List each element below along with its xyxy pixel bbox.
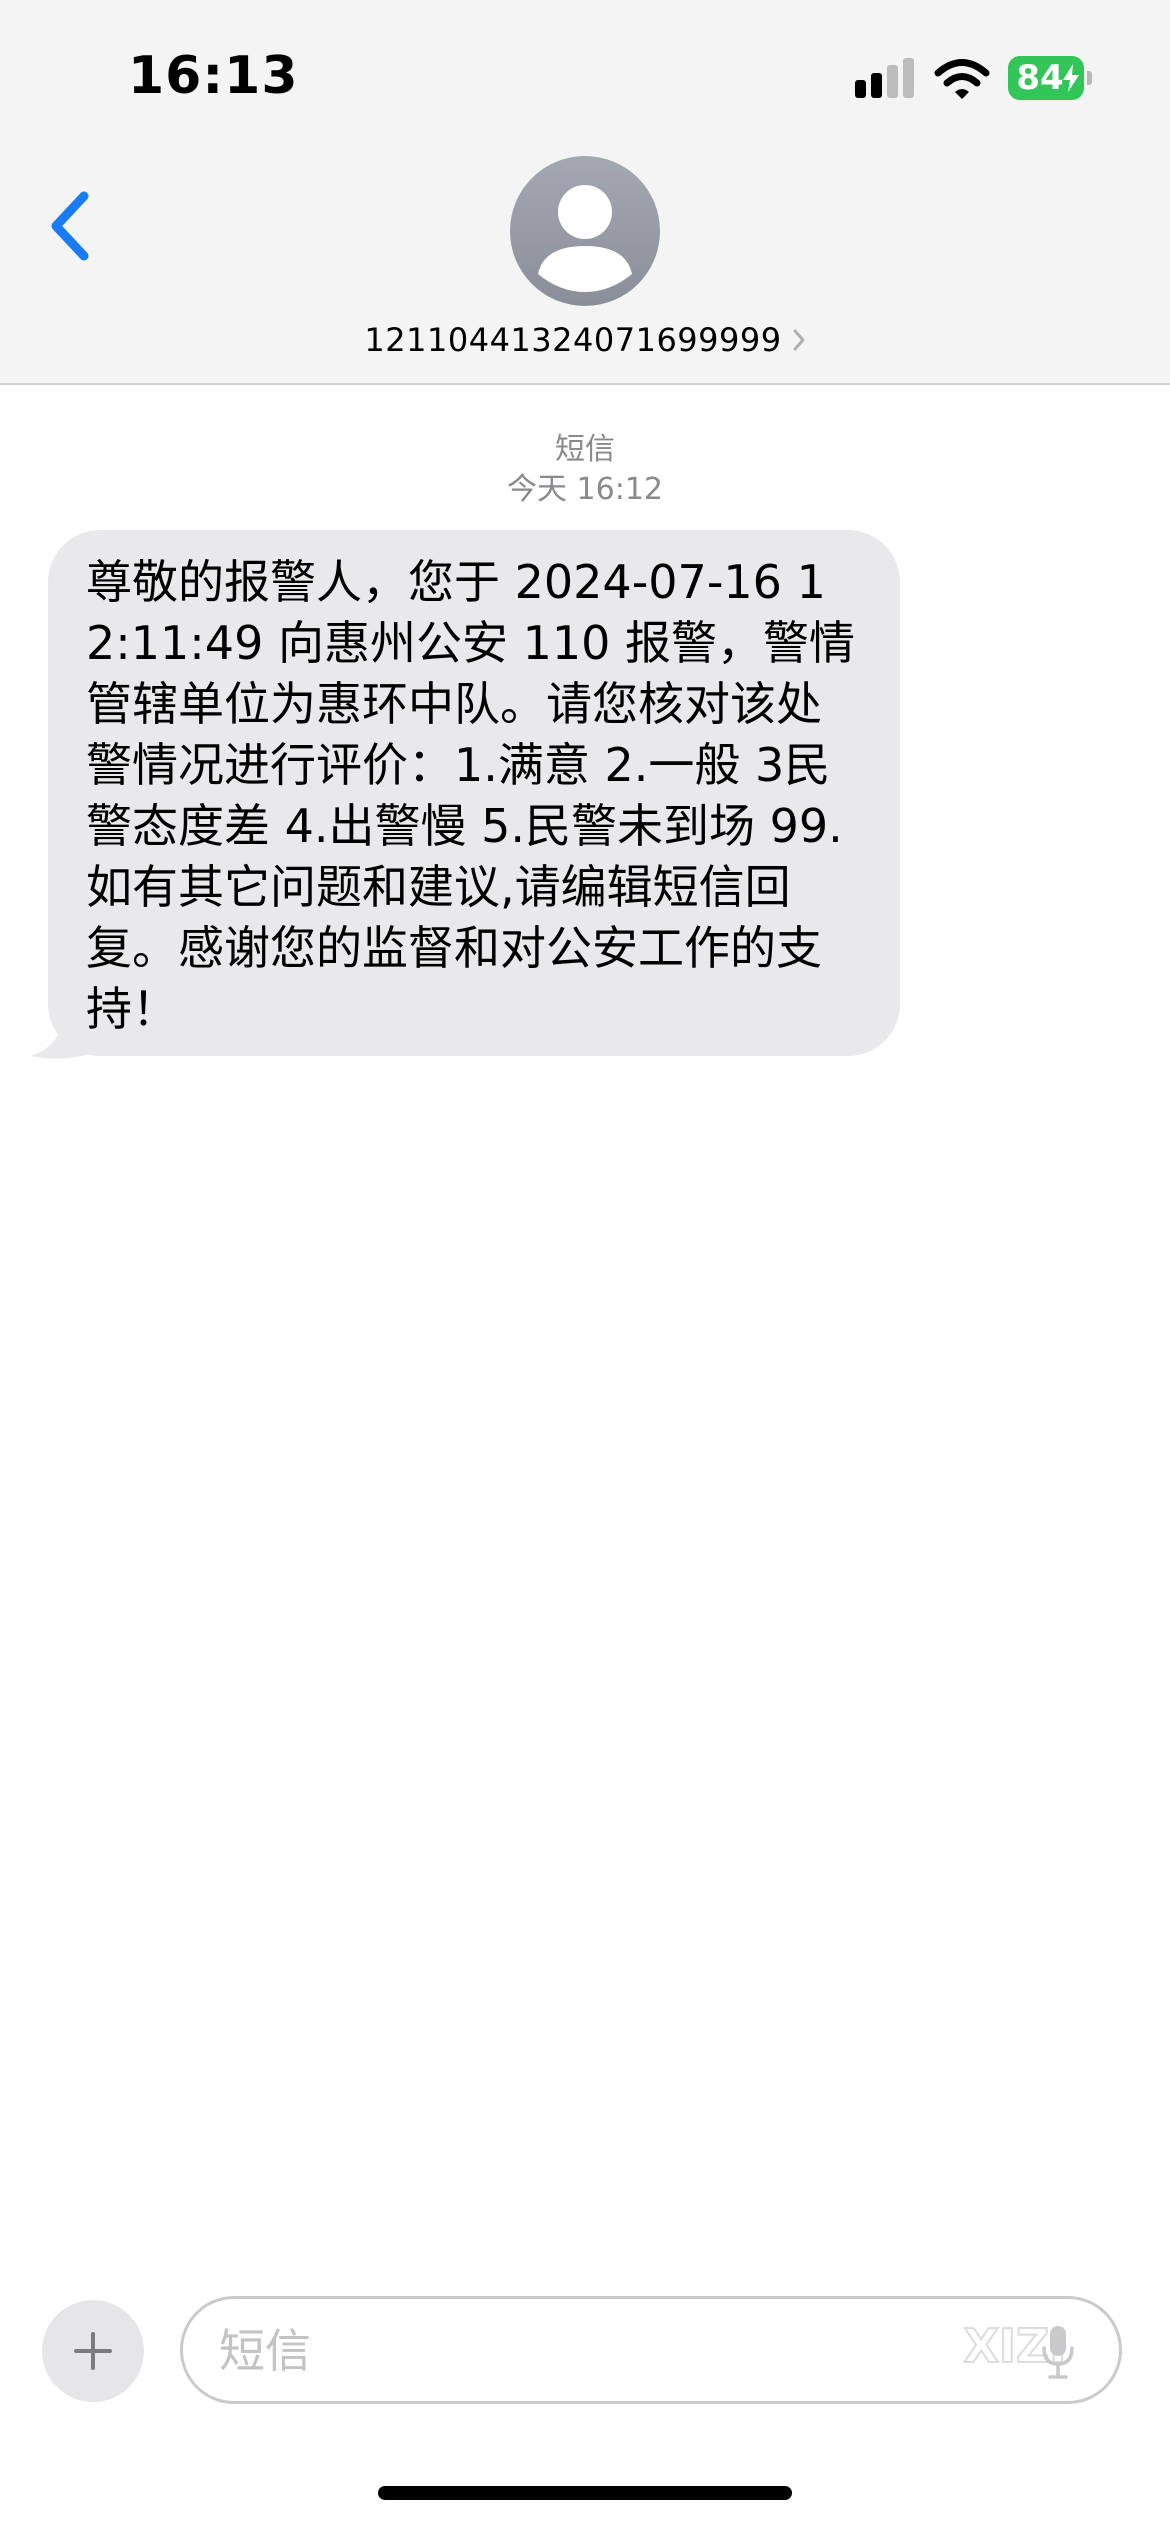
- contact-number: 12110441324071699999: [364, 321, 782, 359]
- chevron-left-icon: [51, 191, 89, 261]
- battery-cap: [1087, 71, 1092, 85]
- message-bubble: 尊敬的报警人，您于 2024-07-16 12:11:49 向惠州公安 110 …: [48, 530, 900, 1056]
- battery-level: 84: [1016, 58, 1064, 98]
- message-text: 尊敬的报警人，您于 2024-07-16 12:11:49 向惠州公安 110 …: [86, 555, 855, 1036]
- add-attachment-button[interactable]: [42, 2300, 144, 2402]
- microphone-icon[interactable]: [1038, 2322, 1078, 2382]
- message-input[interactable]: [219, 2315, 979, 2387]
- charging-bolt-icon: [1063, 64, 1079, 92]
- person-silhouette-icon: [538, 185, 632, 292]
- messages-screen: 16:13 84 12110441324071699999 短信 今天 16:1…: [0, 0, 1170, 2532]
- message-timestamp: 今天 16:12: [507, 472, 663, 507]
- conversation-header: 16:13 84 12110441324071699999: [0, 0, 1170, 385]
- status-time: 16:13: [128, 46, 299, 106]
- home-indicator[interactable]: [378, 2486, 792, 2500]
- message-bubble-incoming[interactable]: 尊敬的报警人，您于 2024-07-16 12:11:49 向惠州公安 110 …: [30, 530, 900, 1060]
- chevron-right-icon: [793, 329, 805, 351]
- contact-avatar[interactable]: [510, 156, 660, 306]
- wifi-icon: [934, 59, 990, 99]
- battery-indicator: 84: [1008, 56, 1092, 100]
- back-button[interactable]: [40, 184, 100, 268]
- service-label: 短信: [555, 432, 615, 467]
- cellular-signal-icon: [855, 58, 914, 98]
- contact-details-button[interactable]: 12110441324071699999: [300, 318, 870, 362]
- plus-icon: [74, 2332, 112, 2370]
